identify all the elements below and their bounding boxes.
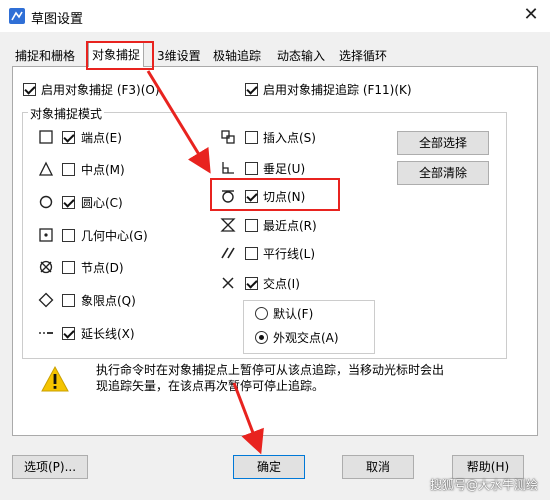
intersection-checkbox[interactable] <box>245 277 258 290</box>
insertion-icon <box>221 130 235 144</box>
node-label: 节点(D) <box>81 261 124 275</box>
enable-osnap-label: 启用对象捕捉 (F3)(O) <box>41 83 160 97</box>
enable-osnap-checkbox[interactable] <box>23 83 36 96</box>
insertion-checkbox[interactable] <box>245 131 258 144</box>
ok-button[interactable]: 确定 <box>233 455 305 479</box>
center-circle-icon <box>39 195 53 209</box>
snap-modes-group-title: 对象捕捉模式 <box>28 105 105 122</box>
default-radio-label: 默认(F) <box>273 307 314 321</box>
tab-polar-tracking[interactable]: 极轴追踪 <box>210 46 264 66</box>
tab-snap-grid[interactable]: 捕捉和栅格 <box>12 46 78 66</box>
extension-label: 延长线(X) <box>81 327 135 341</box>
cancel-button[interactable]: 取消 <box>342 455 414 479</box>
quadrant-label: 象限点(Q) <box>81 294 136 308</box>
select-all-button[interactable]: 全部选择 <box>397 131 489 155</box>
intersection-icon <box>222 277 234 289</box>
default-radio[interactable] <box>255 307 268 320</box>
endpoint-label: 端点(E) <box>81 131 122 145</box>
center-checkbox[interactable] <box>62 196 75 209</box>
tab-selection-cycling[interactable]: 选择循环 <box>336 46 390 66</box>
midpoint-checkbox[interactable] <box>62 163 75 176</box>
apparent-intersection-label: 外观交点(A) <box>273 331 339 345</box>
center-label: 圆心(C) <box>81 196 123 210</box>
geometric-center-icon <box>39 228 53 242</box>
parallel-checkbox[interactable] <box>245 247 258 260</box>
enable-tracking-checkbox[interactable] <box>245 83 258 96</box>
close-button[interactable]: ✕ <box>520 4 542 26</box>
warning-icon <box>41 365 69 392</box>
intersection-label: 交点(I) <box>263 277 300 291</box>
midpoint-label: 中点(M) <box>81 163 125 177</box>
quadrant-checkbox[interactable] <box>62 294 75 307</box>
tangent-highlight-box <box>210 178 340 211</box>
window-title: 草图设置 <box>31 12 84 27</box>
parallel-icon <box>221 247 235 259</box>
geometric-center-label: 几何中心(G) <box>81 229 148 243</box>
nearest-icon <box>220 218 236 232</box>
geometric-center-checkbox[interactable] <box>62 229 75 242</box>
extension-icon <box>39 332 53 334</box>
options-button[interactable]: 选项(P)... <box>12 455 88 479</box>
tab-dynamic-input[interactable]: 动态输入 <box>274 46 328 66</box>
extension-checkbox[interactable] <box>62 327 75 340</box>
perpendicular-label: 垂足(U) <box>263 162 306 176</box>
node-icon <box>39 260 53 274</box>
perpendicular-checkbox[interactable] <box>245 162 258 175</box>
nearest-checkbox[interactable] <box>245 219 258 232</box>
clear-all-button[interactable]: 全部清除 <box>397 161 489 185</box>
midpoint-triangle-icon <box>38 161 54 176</box>
insertion-label: 插入点(S) <box>263 131 316 145</box>
endpoint-checkbox[interactable] <box>62 131 75 144</box>
hint-line-2: 现追踪矢量，在该点再次暂停可停止追踪。 <box>96 379 325 393</box>
nearest-label: 最近点(R) <box>263 219 317 233</box>
enable-tracking-label: 启用对象捕捉追踪 (F11)(K) <box>263 83 412 97</box>
app-icon <box>9 8 25 24</box>
node-checkbox[interactable] <box>62 261 75 274</box>
tab-highlight-box <box>86 41 154 70</box>
parallel-label: 平行线(L) <box>263 247 316 261</box>
hint-line-1: 执行命令时在对象捕捉点上暂停可从该点追踪，当移动光标时会出 <box>96 363 445 377</box>
perpendicular-icon <box>222 162 234 174</box>
quadrant-diamond-icon <box>38 292 54 308</box>
apparent-intersection-radio[interactable] <box>255 331 268 344</box>
endpoint-square-icon <box>39 130 53 144</box>
tab-3d-settings[interactable]: 3维设置 <box>154 46 204 66</box>
watermark-text: 搜狐号@大水牛测绘 <box>430 478 539 492</box>
